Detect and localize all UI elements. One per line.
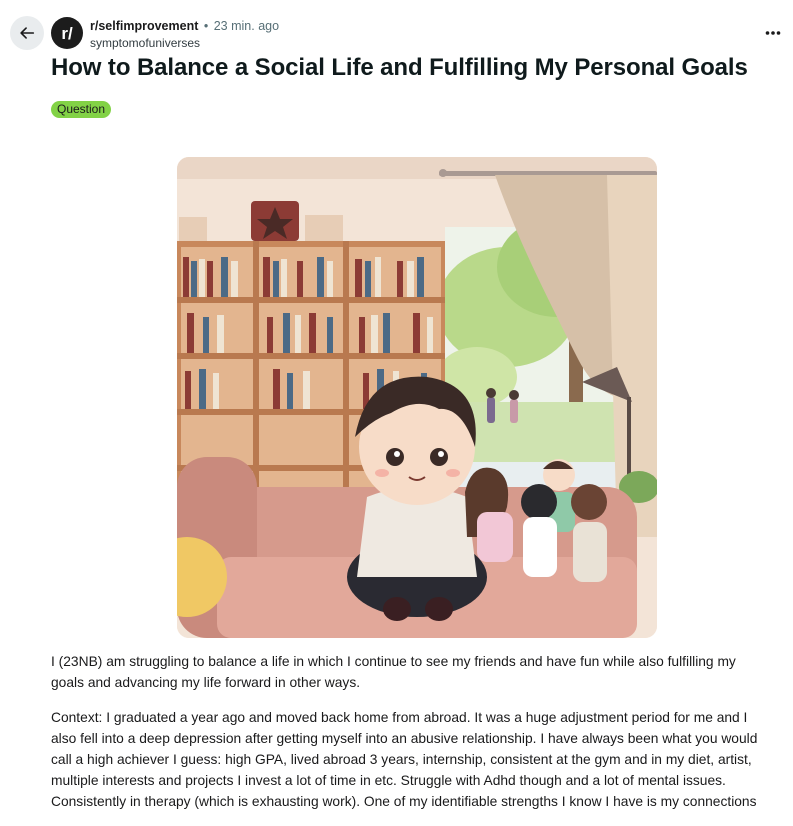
subreddit-name[interactable]: r/selfimprovement <box>90 19 198 33</box>
post-meta: r/selfimprovement • 23 min. ago symptomo… <box>90 18 279 51</box>
post-flair[interactable]: Question <box>51 101 112 118</box>
post-time: 23 min. ago <box>213 19 280 33</box>
post-paragraph: I (23NB) am struggling to balance a life… <box>51 654 736 690</box>
subreddit-avatar[interactable]: r/ <box>51 17 83 49</box>
more-horizontal-icon <box>765 31 781 35</box>
reddit-subreddit-icon: r/ <box>61 24 73 43</box>
svg-text:r/: r/ <box>61 24 73 43</box>
illustration-living-room <box>177 157 657 638</box>
back-button[interactable] <box>10 16 44 50</box>
arrow-left-icon <box>20 27 35 39</box>
meta-separator: • <box>203 19 209 33</box>
post-title: How to Balance a Social Life and Fulfill… <box>51 54 748 81</box>
post-paragraph: Context: I graduated a year ago and move… <box>51 710 758 809</box>
more-options-button[interactable] <box>762 22 784 44</box>
post-body: I (23NB) am struggling to balance a life… <box>51 651 771 826</box>
author-name[interactable]: symptomofuniverses <box>90 35 279 51</box>
post-image[interactable] <box>177 157 657 638</box>
